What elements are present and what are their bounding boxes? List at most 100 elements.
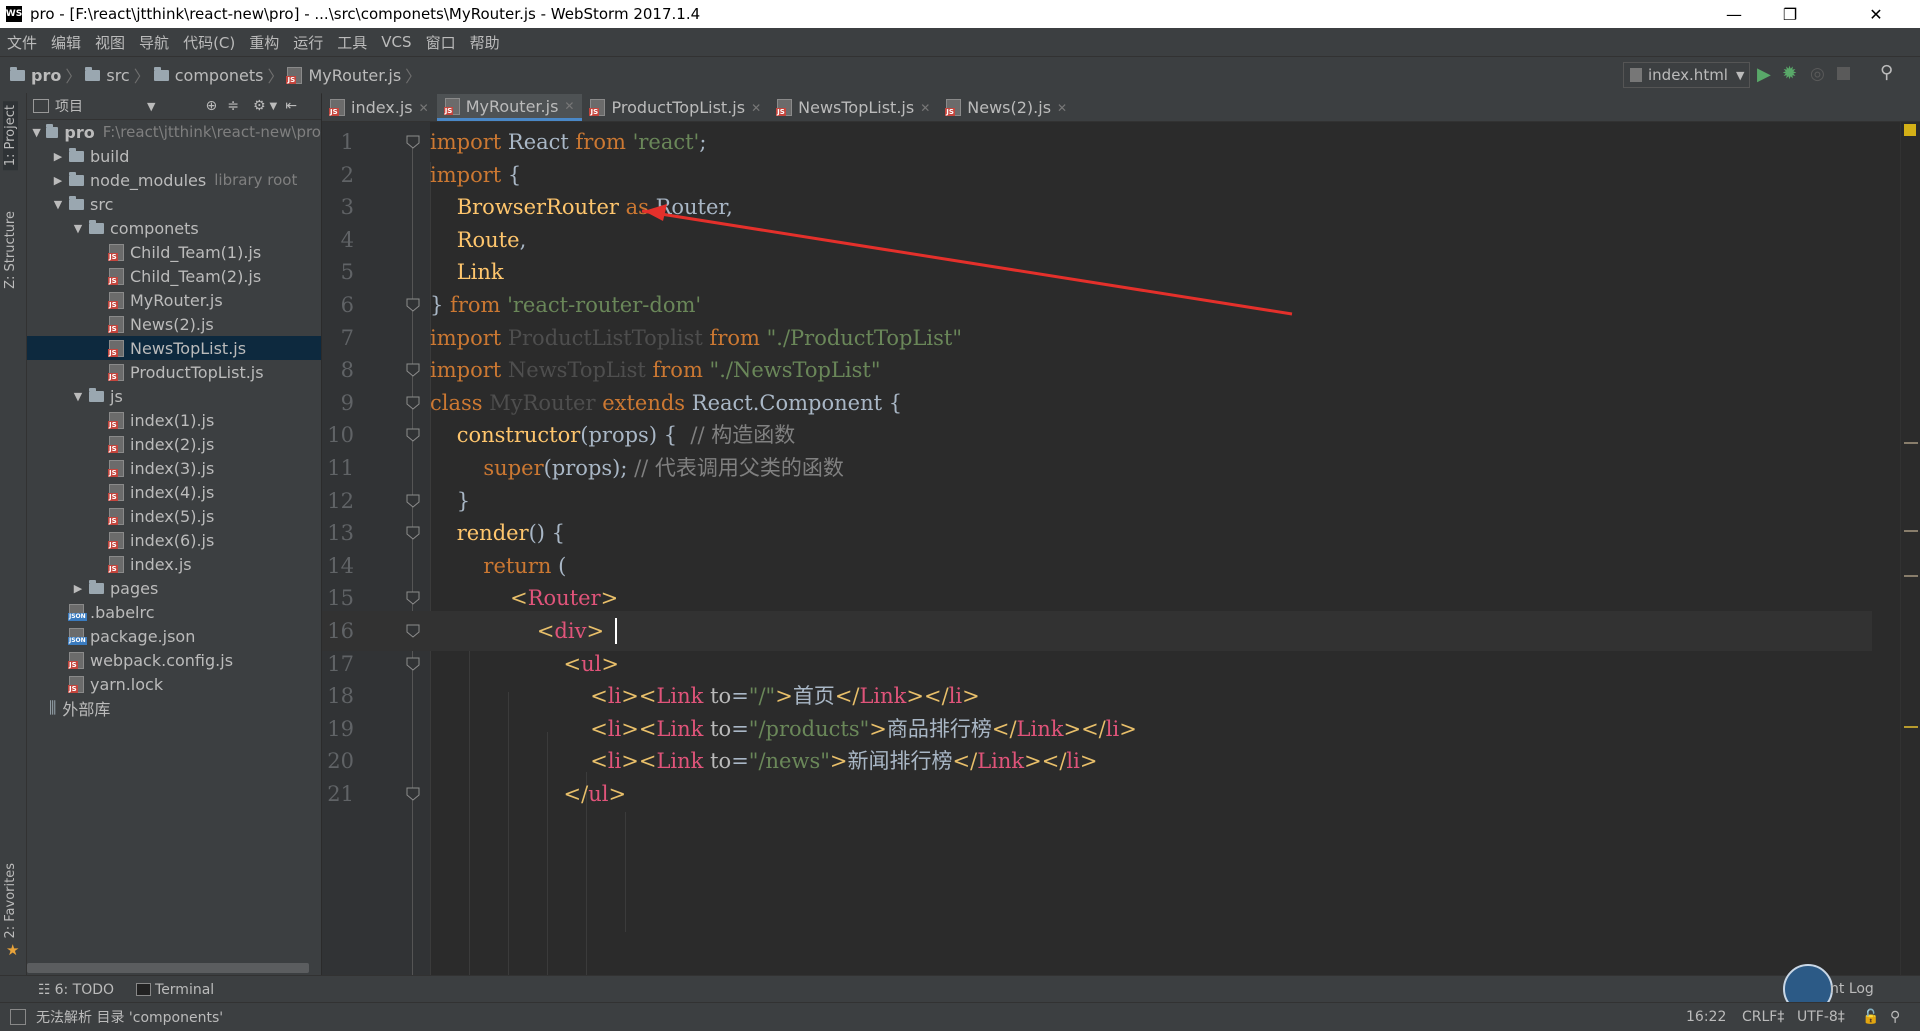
chevron-down-icon[interactable]: ▼ xyxy=(71,222,85,235)
line-separator[interactable]: CRLF‡ xyxy=(1742,1009,1784,1025)
tree-item[interactable]: package.json xyxy=(27,624,321,648)
editor-tab[interactable]: News(2).js ✕ xyxy=(938,94,1075,121)
search-icon[interactable]: ⚲ xyxy=(1880,62,1893,83)
menu-item-0[interactable]: 文件 xyxy=(0,32,44,53)
tree-item[interactable]: index(2).js xyxy=(27,432,321,456)
hide-panel-icon[interactable]: ⇤ xyxy=(285,98,297,114)
menu-item-6[interactable]: 运行 xyxy=(286,32,330,53)
tree-item[interactable]: ⫼ 外部库 xyxy=(27,696,321,720)
caret-position[interactable]: 16:22 xyxy=(1686,1009,1726,1025)
event-log-button[interactable]: nt Log xyxy=(1830,981,1874,997)
coverage-icon[interactable]: ◎ xyxy=(1810,64,1825,84)
chevron-down-icon[interactable]: ▼ xyxy=(147,100,155,113)
tree-item[interactable]: MyRouter.js xyxy=(27,288,321,312)
fold-marker-icon[interactable] xyxy=(406,396,420,410)
fold-marker-icon[interactable] xyxy=(406,591,420,606)
tree-item[interactable]: webpack.config.js xyxy=(27,648,321,672)
tree-item[interactable]: index(5).js xyxy=(27,504,321,528)
terminal-tool-button[interactable]: Terminal xyxy=(155,982,214,998)
chevron-right-icon[interactable]: ▶ xyxy=(71,582,85,595)
debug-icon[interactable]: ✹ xyxy=(1782,63,1797,84)
chevron-down-icon[interactable]: ▼ xyxy=(51,198,65,211)
close-button[interactable]: ✕ xyxy=(1848,0,1904,28)
menu-item-7[interactable]: 工具 xyxy=(330,32,374,53)
breadcrumb-pro[interactable]: pro xyxy=(10,66,61,85)
warning-mark[interactable] xyxy=(1904,442,1918,444)
warning-indicator-icon[interactable] xyxy=(1904,124,1916,136)
close-tab-icon[interactable]: ✕ xyxy=(1057,101,1067,115)
project-view-select[interactable]: 项目 xyxy=(55,96,83,116)
fold-marker-icon[interactable] xyxy=(406,624,420,638)
tree-item[interactable]: index(3).js xyxy=(27,456,321,480)
fold-marker-icon[interactable] xyxy=(406,135,420,149)
stop-icon[interactable] xyxy=(1837,67,1850,80)
gear-icon[interactable]: ⚙ xyxy=(253,98,266,114)
menu-item-9[interactable]: 窗口 xyxy=(419,32,463,53)
tree-item[interactable]: ProductTopList.js xyxy=(27,360,321,384)
tree-item[interactable]: ▼ src xyxy=(27,192,321,216)
tree-item[interactable]: index(1).js xyxy=(27,408,321,432)
breadcrumb-file[interactable]: MyRouter.js xyxy=(286,66,401,85)
tree-item[interactable]: ▶ build xyxy=(27,144,321,168)
maximize-button[interactable]: ❐ xyxy=(1762,0,1818,28)
chevron-down-icon[interactable]: ▼ xyxy=(31,126,42,139)
menu-item-8[interactable]: VCS xyxy=(374,33,418,51)
fold-marker-icon[interactable] xyxy=(406,298,420,312)
fold-marker-icon[interactable] xyxy=(406,657,420,671)
todo-tool-button[interactable]: 6: TODO xyxy=(55,982,114,998)
horizontal-scrollbar[interactable] xyxy=(27,963,309,973)
tree-item[interactable]: ▶ pages xyxy=(27,576,321,600)
tree-item[interactable]: yarn.lock xyxy=(27,672,321,696)
tree-item[interactable]: index.js xyxy=(27,552,321,576)
tree-item[interactable]: Child_Team(1).js xyxy=(27,240,321,264)
fold-marker-icon[interactable] xyxy=(406,363,420,377)
code-line[interactable]: 21 </ul> xyxy=(322,774,1872,814)
tree-item[interactable]: ▼ js xyxy=(27,384,321,408)
tree-item[interactable]: News(2).js xyxy=(27,312,321,336)
code-editor[interactable]: 1 import React from 'react'; 2 import {3 Br… xyxy=(322,122,1920,975)
editor-tab[interactable]: MyRouter.js ✕ xyxy=(436,94,583,121)
fold-marker-icon[interactable] xyxy=(406,526,420,540)
tree-item[interactable]: NewsTopList.js xyxy=(27,336,321,360)
run-config-select[interactable]: index.html ▼ xyxy=(1623,62,1750,88)
run-icon[interactable]: ▶ xyxy=(1757,64,1771,85)
editor-tab[interactable]: index.js ✕ xyxy=(322,94,437,121)
editor-tab[interactable]: ProductTopList.js ✕ xyxy=(582,94,769,121)
chevron-right-icon[interactable]: ▶ xyxy=(51,174,65,187)
toggle-tool-windows-icon[interactable] xyxy=(10,1009,26,1025)
fold-marker-icon[interactable] xyxy=(406,494,420,508)
warning-mark[interactable] xyxy=(1904,575,1918,577)
menu-item-2[interactable]: 视图 xyxy=(88,32,132,53)
tree-item[interactable]: ▼ componets xyxy=(27,216,321,240)
tree-item[interactable]: Child_Team(2).js xyxy=(27,264,321,288)
tree-item[interactable]: ▶ node_modules library root xyxy=(27,168,321,192)
tree-item[interactable]: .babelrc xyxy=(27,600,321,624)
minimize-button[interactable]: — xyxy=(1706,0,1762,28)
lock-icon[interactable]: 🔓 xyxy=(1862,1009,1879,1025)
menu-item-4[interactable]: 代码(C) xyxy=(176,32,242,53)
close-tab-icon[interactable]: ✕ xyxy=(920,101,930,115)
project-tool-tab[interactable]: 1: Project xyxy=(3,101,18,171)
menu-item-1[interactable]: 编辑 xyxy=(44,32,88,53)
inspector-icon[interactable]: ⚲ xyxy=(1890,1009,1900,1025)
close-tab-icon[interactable]: ✕ xyxy=(419,101,429,115)
breadcrumb-src[interactable]: src xyxy=(85,66,130,85)
editor-tab[interactable]: NewsTopList.js ✕ xyxy=(769,94,938,121)
chevron-down-icon[interactable]: ▼ xyxy=(270,101,278,112)
menu-item-3[interactable]: 导航 xyxy=(132,32,176,53)
tree-item[interactable]: index(6).js xyxy=(27,528,321,552)
fold-marker-icon[interactable] xyxy=(406,428,420,443)
favorites-tool-tab[interactable]: 2: Favorites xyxy=(3,863,18,939)
tree-item[interactable]: index(4).js xyxy=(27,480,321,504)
chevron-right-icon[interactable]: ▶ xyxy=(51,150,65,163)
breadcrumb-componets[interactable]: componets xyxy=(153,66,263,85)
structure-tool-tab[interactable]: Z: Structure xyxy=(3,211,18,289)
close-tab-icon[interactable]: ✕ xyxy=(564,99,574,113)
chevron-down-icon[interactable]: ▼ xyxy=(71,390,85,403)
menu-item-5[interactable]: 重构 xyxy=(242,32,286,53)
locate-icon[interactable]: ⊕ xyxy=(205,98,217,114)
fold-marker-icon[interactable] xyxy=(406,787,420,801)
menu-item-10[interactable]: 帮助 xyxy=(463,32,507,53)
file-encoding[interactable]: UTF-8‡ xyxy=(1797,1009,1845,1025)
warning-mark[interactable] xyxy=(1904,530,1918,532)
